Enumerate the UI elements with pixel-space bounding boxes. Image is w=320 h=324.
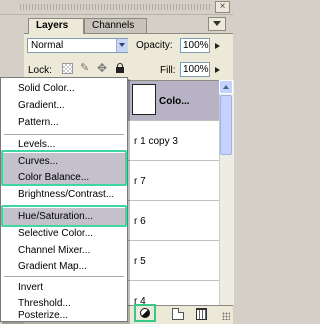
resize-grip-icon[interactable]: [222, 312, 230, 320]
menu-item-posterize[interactable]: Posterize...: [2, 311, 126, 321]
menu-item-channel-mixer[interactable]: Channel Mixer...: [2, 242, 126, 259]
menu-item-gradient[interactable]: Gradient...: [2, 97, 126, 114]
chevron-up-icon: [223, 85, 229, 89]
close-button[interactable]: ×: [215, 1, 230, 13]
lock-transparency-icon[interactable]: [62, 63, 73, 74]
layer-name: r 7: [134, 176, 146, 187]
layer-name: Colo...: [159, 96, 190, 107]
menu-item-color-balance[interactable]: Color Balance...: [2, 169, 126, 186]
lock-paint-brush-icon[interactable]: ✎: [80, 63, 91, 74]
new-layer-icon[interactable]: [172, 308, 184, 320]
menu-item-levels[interactable]: Levels...: [2, 136, 126, 153]
opacity-label: Opacity:: [136, 40, 173, 51]
menu-divider: [4, 276, 124, 277]
tab-layers[interactable]: Layers: [28, 18, 84, 34]
menu-item-solid-color[interactable]: Solid Color...: [2, 80, 126, 97]
menu-item-curves[interactable]: Curves...: [2, 153, 126, 170]
menu-item-pattern[interactable]: Pattern...: [2, 114, 126, 131]
fill-input[interactable]: 100%: [180, 62, 210, 77]
tab-channels[interactable]: Channels: [84, 18, 147, 33]
menu-item-selective-color[interactable]: Selective Color...: [2, 225, 126, 242]
menu-divider: [4, 134, 124, 135]
palette-menu-button[interactable]: [208, 17, 226, 31]
menu-item-gradient-map[interactable]: Gradient Map...: [2, 258, 126, 275]
scroll-thumb[interactable]: [220, 95, 232, 155]
lock-all-icon[interactable]: [115, 63, 126, 74]
triangle-right-icon: [215, 43, 220, 49]
lock-move-icon[interactable]: ✥: [97, 62, 108, 74]
chevron-down-icon: [119, 43, 125, 47]
scroll-up-button[interactable]: [219, 80, 233, 94]
menu-divider: [4, 205, 124, 206]
adjustment-layer-menu: Solid Color... Gradient... Pattern... Le…: [0, 77, 128, 322]
chevron-down-icon: [213, 21, 221, 26]
opacity-slider-button[interactable]: [213, 38, 224, 53]
lock-label: Lock:: [28, 65, 52, 76]
fill-slider-button[interactable]: [213, 62, 224, 77]
menu-item-invert[interactable]: Invert: [2, 279, 126, 296]
layer-mask-thumbnail: [132, 84, 156, 115]
layer-name: r 1 copy 3: [134, 136, 178, 147]
adjustment-layer-button[interactable]: [134, 304, 156, 322]
opacity-input[interactable]: 100%: [180, 38, 210, 53]
blend-mode-select[interactable]: Normal: [27, 38, 128, 53]
half-circle-icon: [140, 308, 150, 318]
triangle-right-icon: [215, 67, 220, 73]
blend-mode-dropdown-button[interactable]: [116, 39, 128, 52]
drag-grip[interactable]: [20, 4, 210, 10]
layer-name: r 5: [134, 256, 146, 267]
layer-name: r 6: [134, 216, 146, 227]
menu-item-brightness-contrast[interactable]: Brightness/Contrast...: [2, 186, 126, 203]
trash-icon[interactable]: [196, 308, 207, 320]
fill-label: Fill:: [160, 65, 176, 76]
menu-item-hue-saturation[interactable]: Hue/Saturation...: [2, 208, 126, 225]
